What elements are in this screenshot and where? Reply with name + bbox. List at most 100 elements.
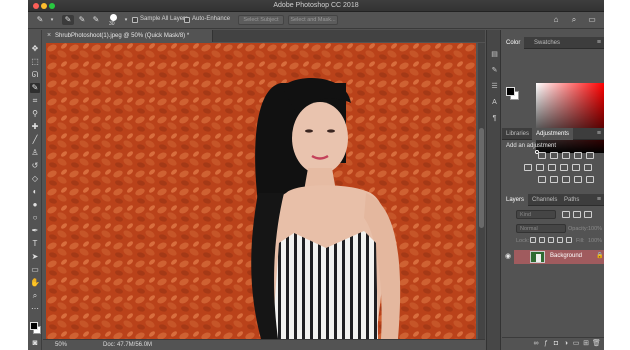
blur-tool-icon[interactable]: ● — [30, 200, 40, 210]
photoshop-window: Adobe Photoshop CC 2018 ✎ ▾ ✎ ✎ ✎ 30 ▾ S… — [28, 0, 604, 350]
preset-dropdown-chevron-icon[interactable]: ▾ — [46, 15, 58, 25]
sample-all-layers-checkbox[interactable] — [132, 17, 138, 23]
tab-color[interactable]: Color — [502, 37, 525, 49]
brush-picker-chevron-icon[interactable]: ▾ — [120, 15, 132, 25]
color-panel-foreground-swatch[interactable] — [506, 87, 515, 96]
photo-filter-icon[interactable] — [560, 164, 568, 171]
tab-adjustments[interactable]: Adjustments — [532, 128, 574, 140]
move-tool-icon[interactable]: ✥ — [30, 44, 40, 54]
vibrance-icon[interactable] — [586, 152, 594, 159]
brush-settings-panel-icon[interactable]: ✎ — [490, 66, 499, 75]
add-mask-icon[interactable]: ◘ — [552, 340, 560, 348]
new-layer-icon[interactable]: ⊞ — [582, 340, 590, 348]
scrollbar-thumb[interactable] — [479, 128, 484, 228]
type-tool-icon[interactable]: T — [30, 239, 40, 249]
lasso-tool-icon[interactable]: ᘏ — [30, 70, 40, 80]
quick-mask-mode-icon[interactable]: ◙ — [30, 338, 40, 348]
eyedropper-tool-icon[interactable]: ⚲ — [30, 109, 40, 119]
properties-panel-icon[interactable]: ☰ — [490, 82, 499, 91]
new-group-icon[interactable]: ▭ — [572, 340, 580, 348]
document-tab[interactable]: × ShrubPhotoshoot(1).jpeg @ 50% (Quick M… — [43, 30, 213, 42]
dodge-tool-icon[interactable]: ○ — [30, 213, 40, 223]
lock-artboard-icon[interactable] — [557, 237, 563, 243]
lock-image-pixels-icon[interactable] — [539, 237, 545, 243]
history-brush-tool-icon[interactable]: ↺ — [30, 161, 40, 171]
hue-saturation-icon[interactable] — [524, 164, 532, 171]
history-panel-icon[interactable]: ▤ — [490, 50, 499, 59]
layer-style-icon[interactable]: ƒ — [542, 340, 550, 348]
tab-paths[interactable]: Paths — [560, 194, 583, 206]
clone-stamp-tool-icon[interactable]: ♙ — [30, 148, 40, 158]
adjustments-panel-menu-icon[interactable]: ≡ — [597, 130, 601, 137]
black-white-icon[interactable] — [548, 164, 556, 171]
hand-tool-icon[interactable]: ✋ — [30, 278, 40, 288]
rectangle-tool-icon[interactable]: ▭ — [30, 265, 40, 275]
filter-pixel-icon[interactable] — [562, 211, 570, 218]
brush-tool-icon[interactable]: ╱ — [30, 135, 40, 145]
crop-tool-icon[interactable]: ⌗ — [30, 96, 40, 106]
blend-mode-select[interactable]: Normal — [516, 224, 566, 233]
search-icon[interactable]: ⌕ — [568, 15, 580, 25]
new-selection-brush-icon[interactable]: ✎ — [62, 15, 74, 25]
lock-transparent-pixels-icon[interactable] — [530, 237, 536, 243]
gradient-map-icon[interactable] — [586, 176, 594, 183]
add-to-selection-brush-icon[interactable]: ✎ — [76, 15, 88, 25]
zoom-level[interactable]: 50% — [55, 342, 67, 348]
marquee-tool-icon[interactable]: ⬚ — [30, 57, 40, 67]
invert-icon[interactable] — [538, 176, 546, 183]
paint-bucket-tool-icon[interactable]: ◐ — [30, 187, 40, 197]
tab-layers[interactable]: Layers — [502, 194, 529, 206]
threshold-icon[interactable] — [562, 176, 570, 183]
color-balance-icon[interactable] — [536, 164, 544, 171]
link-layers-icon[interactable]: ∞ — [532, 340, 540, 348]
channel-mixer-icon[interactable] — [572, 164, 580, 171]
path-selection-tool-icon[interactable]: ➤ — [30, 252, 40, 262]
selective-color-icon[interactable] — [574, 176, 582, 183]
fill-value[interactable]: 100% — [588, 238, 602, 244]
brightness-contrast-icon[interactable] — [538, 152, 546, 159]
zoom-tool-icon[interactable]: ⌕ — [30, 291, 40, 301]
opacity-value[interactable]: 100% — [588, 226, 602, 232]
eraser-tool-icon[interactable]: ◇ — [30, 174, 40, 184]
layer-visibility-eye-icon[interactable]: ◉ — [505, 252, 511, 260]
opacity-label: Opacity: — [568, 226, 589, 232]
tab-libraries[interactable]: Libraries — [502, 128, 533, 140]
lock-position-icon[interactable] — [548, 237, 554, 243]
home-icon[interactable]: ⌂ — [550, 15, 562, 25]
tab-channels[interactable]: Channels — [528, 194, 561, 206]
lock-all-icon[interactable] — [566, 237, 572, 243]
vertical-scrollbar[interactable] — [478, 43, 485, 339]
layer-name[interactable]: Background — [550, 253, 582, 259]
filter-adjustment-icon[interactable] — [573, 211, 581, 218]
foreground-color-swatch[interactable] — [30, 322, 38, 330]
close-document-icon[interactable]: × — [47, 32, 51, 39]
auto-enhance-label: Auto-Enhance — [192, 16, 231, 22]
new-adjustment-layer-icon[interactable]: ◑ — [562, 340, 570, 348]
brush-tip-icon[interactable] — [110, 14, 117, 21]
curves-icon[interactable] — [562, 152, 570, 159]
exposure-icon[interactable] — [574, 152, 582, 159]
levels-icon[interactable] — [550, 152, 558, 159]
paragraph-panel-icon[interactable]: ¶ — [490, 114, 499, 123]
tab-swatches[interactable]: Swatches — [530, 37, 564, 49]
filter-type-icon[interactable] — [584, 211, 592, 218]
delete-layer-icon[interactable]: 🗑 — [592, 340, 601, 348]
select-subject-button[interactable]: Select Subject — [238, 15, 284, 25]
pen-tool-icon[interactable]: ✒ — [30, 226, 40, 236]
layer-filter-kind[interactable]: Kind — [516, 210, 556, 219]
color-panel-menu-icon[interactable]: ≡ — [597, 39, 601, 46]
color-lookup-icon[interactable] — [584, 164, 592, 171]
workspace-switcher-icon[interactable]: ▭ — [586, 15, 598, 25]
tool-preset-icon[interactable]: ✎ — [34, 15, 46, 25]
document-canvas[interactable] — [46, 43, 476, 339]
layers-panel-menu-icon[interactable]: ≡ — [597, 196, 601, 203]
healing-brush-tool-icon[interactable]: ✚ — [30, 122, 40, 132]
more-tools-icon[interactable]: ⋯ — [30, 304, 40, 314]
quick-selection-tool-icon[interactable]: ✎ — [30, 83, 40, 93]
character-panel-icon[interactable]: A — [490, 98, 499, 107]
auto-enhance-checkbox[interactable] — [184, 17, 190, 23]
posterize-icon[interactable] — [550, 176, 558, 183]
select-and-mask-button[interactable]: Select and Mask... — [288, 15, 338, 25]
document-size-info[interactable]: Doc: 47.7M/56.0M — [103, 342, 152, 348]
subtract-from-selection-brush-icon[interactable]: ✎ — [90, 15, 102, 25]
